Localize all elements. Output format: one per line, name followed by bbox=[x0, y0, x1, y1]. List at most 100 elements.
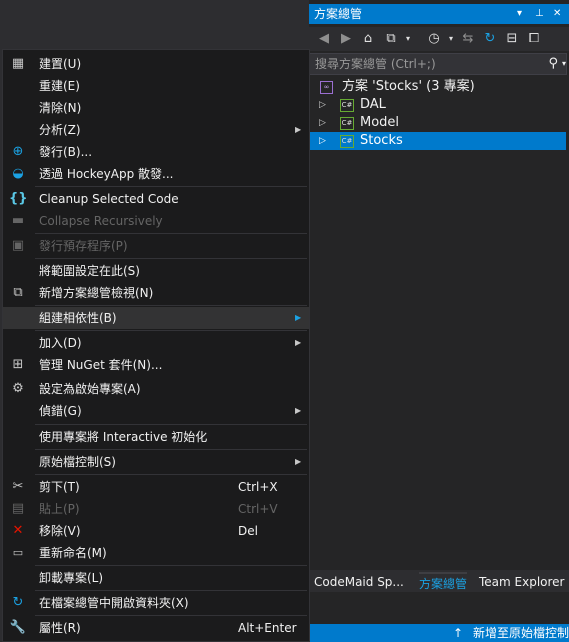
menu-item-remove[interactable]: ✕ 移除(V) Del bbox=[3, 520, 309, 542]
menu-item-scope-to-this[interactable]: 將範圍設定在此(S) bbox=[3, 260, 309, 282]
menu-item-unload-project[interactable]: 卸載專案(L) bbox=[3, 567, 309, 589]
menu-item-hockeyapp-distribute[interactable]: ◒ 透過 HockeyApp 散發... bbox=[3, 163, 309, 185]
menu-separator bbox=[35, 474, 307, 475]
submenu-arrow-icon: ▶ bbox=[295, 338, 302, 347]
expand-arrow-icon[interactable]: ▷ bbox=[319, 132, 326, 150]
csharp-project-icon: C# bbox=[340, 117, 354, 130]
curly-braces-icon: {} bbox=[9, 191, 28, 206]
forward-icon[interactable]: ▶ bbox=[337, 30, 355, 48]
solution-explorer-title-bar: 方案總管 ▾ ⊥ ✕ bbox=[309, 4, 569, 24]
tab-codemaid-spade[interactable]: CodeMaid Sp... bbox=[314, 572, 404, 592]
menu-item-publish-stored-procedures[interactable]: ▣ 發行預存程序(P) bbox=[3, 235, 309, 257]
menu-item-source-control[interactable]: 原始檔控制(S) ▶ bbox=[3, 451, 309, 473]
menu-item-rename[interactable]: ▭ 重新命名(M) bbox=[3, 542, 309, 564]
menu-item-collapse-recursively[interactable]: ▬ Collapse Recursively bbox=[3, 210, 309, 232]
tree-solution-node[interactable]: ∞ 方案 'Stocks' (3 專案) bbox=[309, 78, 566, 96]
tree-project-node[interactable]: ▷ C# Model bbox=[309, 114, 566, 132]
solution-explorer-panel: 方案總管 ▾ ⊥ ✕ ◀ ▶ ⌂ ⧉ ▾ ◷ ▾ ⇆ ↻ ⊟ ⧠ 搜尋方案總管 … bbox=[309, 0, 569, 642]
tab-team-explorer[interactable]: Team Explorer bbox=[479, 572, 565, 592]
status-bar: ↑ 新增至原始檔控制 bbox=[309, 624, 569, 642]
menu-item-paste[interactable]: ▤ 貼上(P) Ctrl+V bbox=[3, 498, 309, 520]
menu-separator bbox=[35, 565, 307, 566]
gear-icon: ⚙ bbox=[12, 381, 24, 396]
menu-item-properties[interactable]: 🔧 屬性(R) Alt+Enter bbox=[3, 617, 309, 639]
menu-separator bbox=[35, 186, 307, 187]
solution-explorer-search-input[interactable]: 搜尋方案總管 (Ctrl+;) ⚲ ▾ bbox=[309, 53, 567, 75]
nuget-icon: ⊞ bbox=[12, 357, 24, 372]
menu-item-analyze[interactable]: 分析(Z) ▶ bbox=[3, 119, 309, 141]
menu-item-cleanup-selected-code[interactable]: {} Cleanup Selected Code bbox=[3, 188, 309, 210]
menu-item-clean[interactable]: 清除(N) bbox=[3, 97, 309, 119]
tree-project-node-selected[interactable]: ▷ C# Stocks bbox=[309, 132, 566, 150]
filter-dropdown-icon[interactable]: ▾ bbox=[442, 30, 460, 48]
menu-item-build-dependencies[interactable]: 組建相依性(B) ▶ bbox=[3, 307, 309, 329]
menu-item-manage-nuget-packages[interactable]: ⊞ 管理 NuGet 套件(N)... bbox=[3, 354, 309, 376]
refresh-icon[interactable]: ↻ bbox=[481, 30, 499, 48]
solution-explorer-toolbar: ◀ ▶ ⌂ ⧉ ▾ ◷ ▾ ⇆ ↻ ⊟ ⧠ bbox=[309, 27, 569, 51]
menu-separator bbox=[35, 449, 307, 450]
remove-x-icon: ✕ bbox=[12, 523, 24, 538]
hockeyapp-icon: ◒ bbox=[12, 166, 24, 181]
collapse-all-icon[interactable]: ⊟ bbox=[503, 30, 521, 48]
project-label: Stocks bbox=[360, 133, 403, 148]
rename-icon: ▭ bbox=[12, 546, 24, 559]
shortcut-label: Ctrl+V bbox=[238, 502, 278, 516]
submenu-arrow-icon: ▶ bbox=[295, 406, 302, 415]
menu-item-add[interactable]: 加入(D) ▶ bbox=[3, 332, 309, 354]
submenu-arrow-icon: ▶ bbox=[295, 313, 302, 322]
menu-item-initialize-interactive[interactable]: 使用專案將 Interactive 初始化 bbox=[3, 426, 309, 448]
globe-icon: ⊕ bbox=[12, 144, 24, 159]
clipboard-icon: ▤ bbox=[11, 501, 25, 516]
show-all-files-icon[interactable]: ⧠ bbox=[525, 30, 543, 48]
shortcut-label: Alt+Enter bbox=[238, 621, 297, 635]
shortcut-label: Ctrl+X bbox=[238, 480, 278, 494]
menu-separator bbox=[35, 305, 307, 306]
tool-window-tabs: CodeMaid Sp... 方案總管 Team Explorer bbox=[309, 570, 569, 592]
tree-project-node[interactable]: ▷ C# DAL bbox=[309, 96, 566, 114]
expand-arrow-icon[interactable]: ▷ bbox=[319, 114, 326, 132]
sync-with-document-icon[interactable]: ⇆ bbox=[459, 30, 477, 48]
build-icon: ▦ bbox=[11, 56, 25, 71]
project-label: Model bbox=[360, 115, 400, 130]
solution-icon: ∞ bbox=[320, 81, 333, 94]
new-view-icon: ⧉ bbox=[13, 285, 23, 300]
menu-separator bbox=[35, 424, 307, 425]
menu-item-open-folder-in-explorer[interactable]: ↻ 在檔案總管中開啟資料夾(X) bbox=[3, 592, 309, 614]
csharp-project-icon: C# bbox=[340, 99, 354, 112]
csharp-project-icon: C# bbox=[340, 135, 354, 148]
context-menu: ▦ 建置(U) 重建(E) 清除(N) 分析(Z) ▶ ⊕ 發行(B)... ◒… bbox=[2, 49, 310, 642]
back-icon[interactable]: ◀ bbox=[315, 30, 333, 48]
tab-solution-explorer[interactable]: 方案總管 bbox=[419, 572, 468, 594]
pending-changes-filter-icon[interactable]: ◷ bbox=[425, 30, 443, 48]
auto-hide-pin-icon[interactable]: ⊥ bbox=[535, 4, 544, 24]
menu-item-rebuild[interactable]: 重建(E) bbox=[3, 75, 309, 97]
menu-item-set-as-startup-project[interactable]: ⚙ 設定為啟始專案(A) bbox=[3, 378, 309, 400]
menu-item-debug[interactable]: 偵錯(G) ▶ bbox=[3, 400, 309, 422]
home-icon[interactable]: ⌂ bbox=[359, 30, 377, 48]
menu-separator bbox=[35, 615, 307, 616]
search-icon[interactable]: ⚲ bbox=[548, 54, 558, 74]
expand-arrow-icon[interactable]: ▷ bbox=[319, 96, 326, 114]
wrench-icon: 🔧 bbox=[9, 620, 27, 635]
menu-item-cut[interactable]: ✂ 剪下(T) Ctrl+X bbox=[3, 476, 309, 498]
shortcut-label: Del bbox=[238, 524, 258, 538]
solution-explorer-title: 方案總管 bbox=[314, 7, 363, 21]
search-placeholder: 搜尋方案總管 (Ctrl+;) bbox=[315, 57, 436, 71]
search-options-dropdown-icon[interactable]: ▾ bbox=[562, 54, 566, 74]
menu-separator bbox=[35, 590, 307, 591]
menu-item-build[interactable]: ▦ 建置(U) bbox=[3, 53, 309, 75]
menu-item-new-solution-explorer-view[interactable]: ⧉ 新增方案總管檢視(N) bbox=[3, 282, 309, 304]
add-to-source-control-link[interactable]: 新增至原始檔控制 bbox=[473, 624, 569, 642]
collapse-icon: ▬ bbox=[11, 213, 25, 228]
menu-item-publish[interactable]: ⊕ 發行(B)... bbox=[3, 141, 309, 163]
project-label: DAL bbox=[360, 97, 386, 112]
menu-separator bbox=[35, 233, 307, 234]
window-position-dropdown-icon[interactable]: ▾ bbox=[517, 4, 522, 24]
scissors-icon: ✂ bbox=[12, 479, 24, 494]
switch-views-icon[interactable]: ⧉ bbox=[382, 30, 400, 48]
submenu-arrow-icon: ▶ bbox=[295, 125, 302, 134]
publish-procedures-icon: ▣ bbox=[11, 238, 25, 253]
arrow-up-icon: ↑ bbox=[453, 626, 464, 640]
switch-views-dropdown-icon[interactable]: ▾ bbox=[399, 30, 417, 48]
close-icon[interactable]: ✕ bbox=[553, 4, 561, 24]
